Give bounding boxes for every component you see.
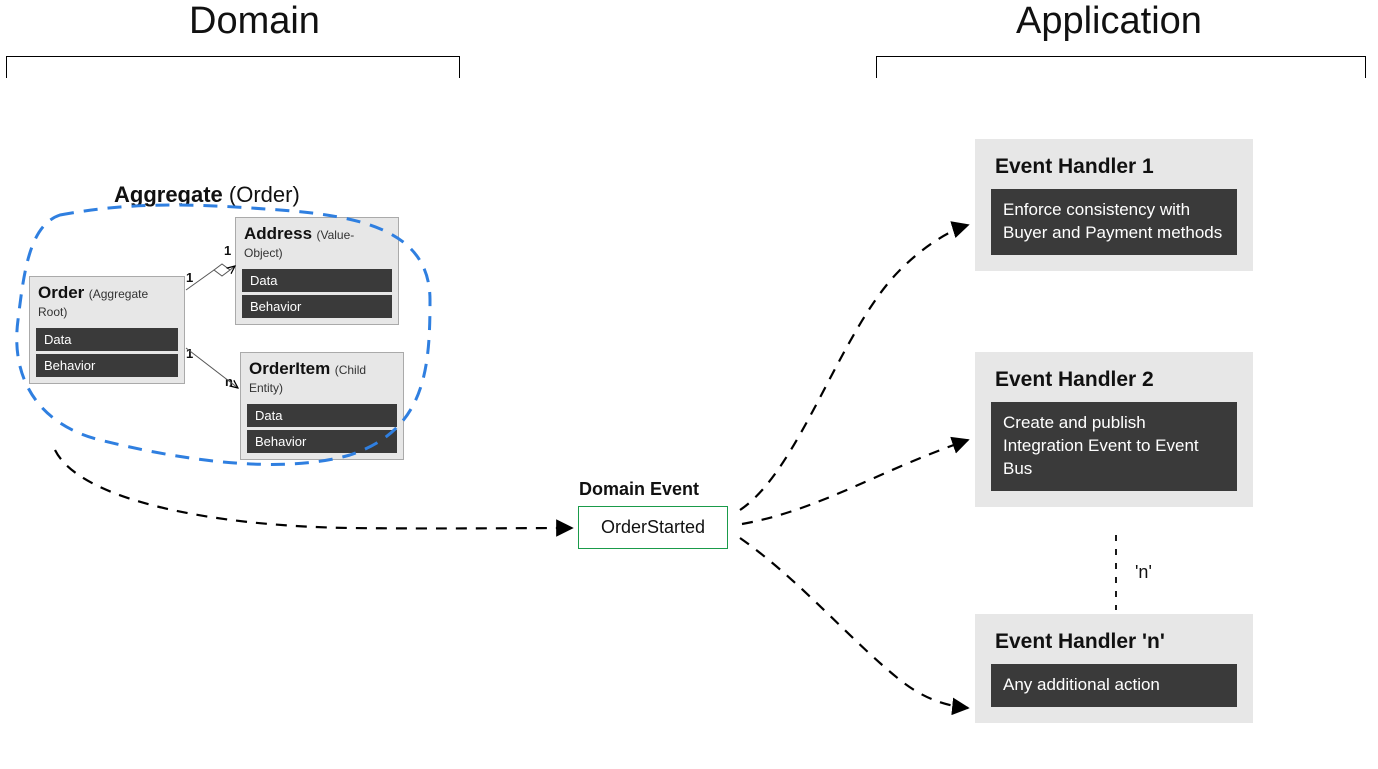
entity-orderitem-data: Data <box>247 404 397 427</box>
event-handler-1-title: Event Handler 1 <box>991 155 1237 189</box>
domain-title: Domain <box>189 0 320 43</box>
event-handler-2-desc: Create and publish Integration Event to … <box>991 402 1237 491</box>
entity-address-data: Data <box>242 269 392 292</box>
entity-order: Order (Aggregate Root) Data Behavior <box>29 276 185 384</box>
event-handler-1: Event Handler 1 Enforce consistency with… <box>975 139 1253 271</box>
arrow-event-to-h2 <box>742 440 968 524</box>
entity-address: Address (Value-Object) Data Behavior <box>235 217 399 325</box>
mult-order-1a: 1 <box>186 270 193 285</box>
aggregate-label: Aggregate (Order) <box>114 182 300 208</box>
event-handler-n-desc: Any additional action <box>991 664 1237 707</box>
event-handler-2-title: Event Handler 2 <box>991 368 1237 402</box>
entity-order-data: Data <box>36 328 178 351</box>
event-handler-2: Event Handler 2 Create and publish Integ… <box>975 352 1253 507</box>
entity-orderitem-title: OrderItem (Child Entity) <box>247 359 397 401</box>
entity-orderitem-behavior: Behavior <box>247 430 397 453</box>
entity-order-title: Order (Aggregate Root) <box>36 283 178 325</box>
entity-address-behavior: Behavior <box>242 295 392 318</box>
entity-order-behavior: Behavior <box>36 354 178 377</box>
arrow-event-to-hn <box>740 538 968 708</box>
domain-event-box: OrderStarted <box>578 506 728 549</box>
event-handler-n: Event Handler 'n' Any additional action <box>975 614 1253 723</box>
aggregate-label-plain: (Order) <box>223 182 300 207</box>
application-bracket <box>876 56 1366 78</box>
arrow-event-to-h1 <box>740 225 968 510</box>
event-handler-1-desc: Enforce consistency with Buyer and Payme… <box>991 189 1237 255</box>
mult-order-1c: 1 <box>186 346 193 361</box>
application-title: Application <box>1016 0 1202 43</box>
mult-orderitem-n: n <box>225 374 233 389</box>
domain-bracket <box>6 56 460 78</box>
domain-event-label: Domain Event <box>579 479 699 500</box>
entity-orderitem: OrderItem (Child Entity) Data Behavior <box>240 352 404 460</box>
handlers-n-dots-label: 'n' <box>1135 562 1152 583</box>
arrow-aggregate-to-event <box>55 450 572 528</box>
mult-address-1: 1 <box>224 243 231 258</box>
domain-event-name: OrderStarted <box>601 517 705 537</box>
entity-address-title: Address (Value-Object) <box>242 224 392 266</box>
event-handler-n-title: Event Handler 'n' <box>991 630 1237 664</box>
aggregate-label-bold: Aggregate <box>114 182 223 207</box>
